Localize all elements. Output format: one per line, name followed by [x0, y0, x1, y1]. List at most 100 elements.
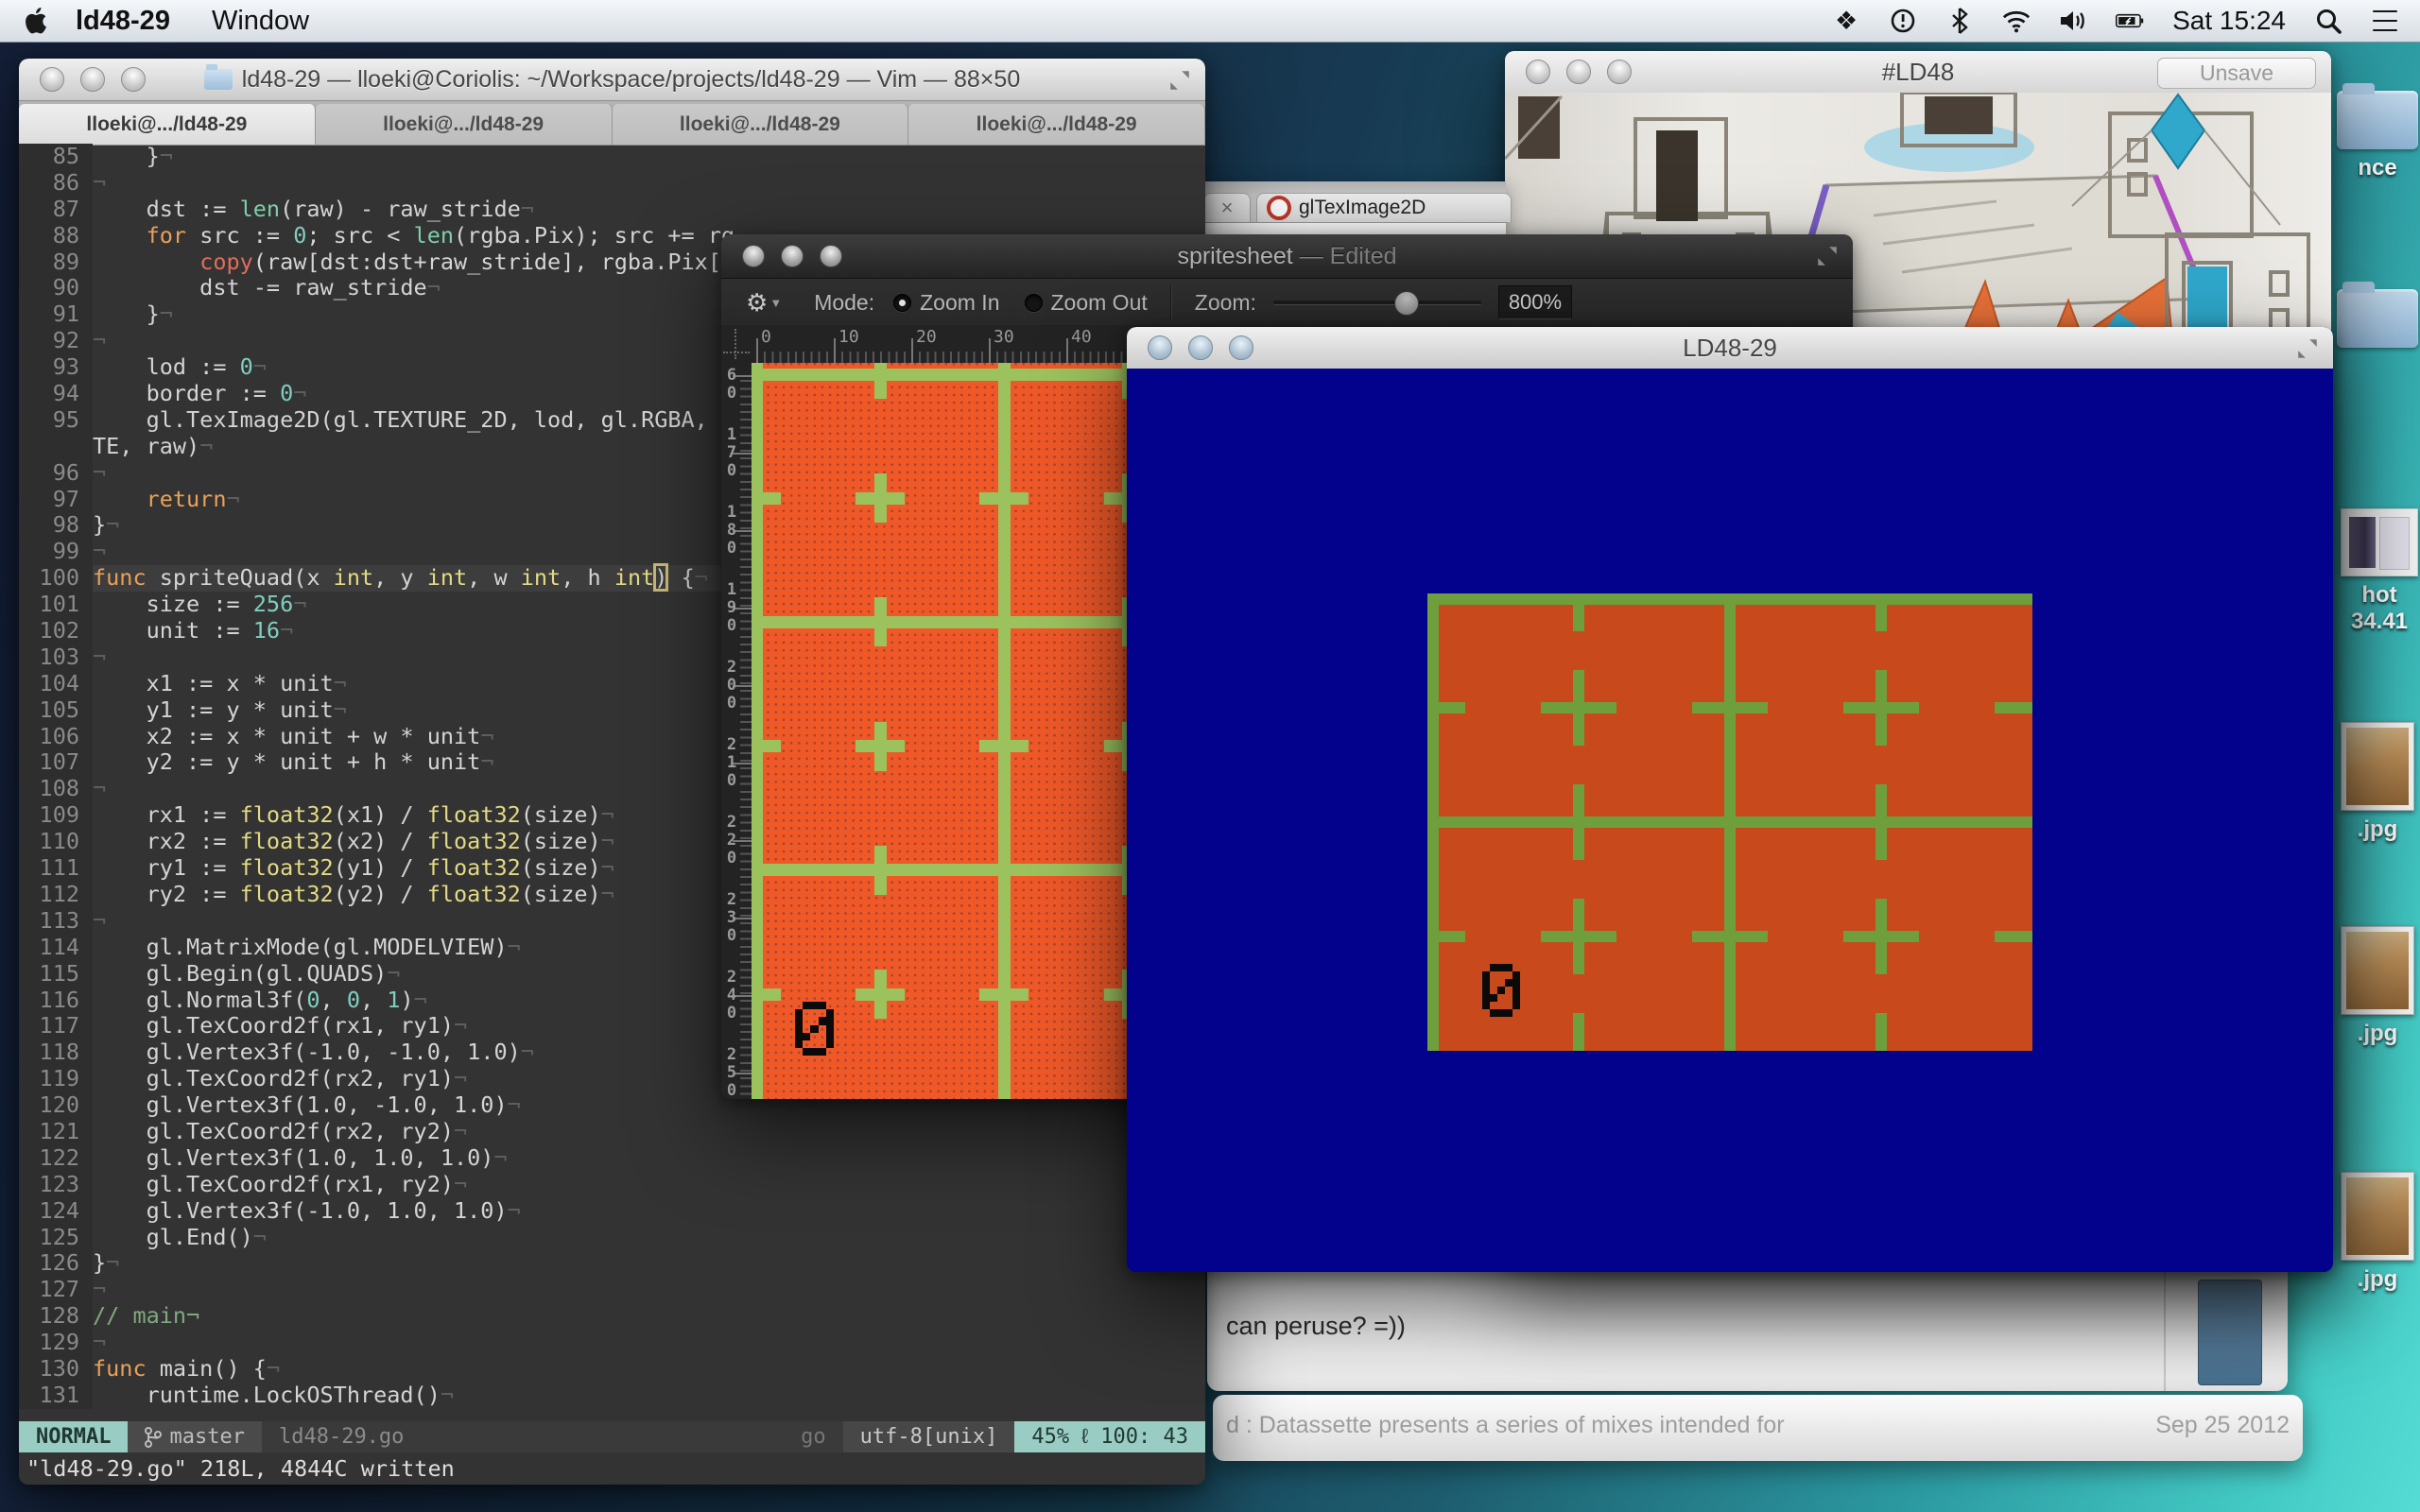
- sprite-texture-quad: [1427, 593, 2032, 1051]
- chat-panel[interactable]: can peruse? =)): [1207, 1266, 2288, 1391]
- game-gl-viewport[interactable]: [1127, 369, 2333, 1272]
- spritesheet-window-title: spritesheet — Edited: [721, 243, 1853, 270]
- slider-thumb[interactable]: [1394, 291, 1419, 316]
- fullscreen-icon[interactable]: [1815, 244, 1840, 268]
- photo-icon: [2341, 926, 2414, 1015]
- pixel-zero-glyph: [1482, 964, 1520, 1017]
- spritesheet-toolbar: ⚙▼ Mode: Zoom In Zoom Out Zoom: 800%: [721, 279, 1853, 327]
- terminal-tab-3[interactable]: lloeki@.../ld48-29: [613, 104, 909, 145]
- opengl-favicon-icon: [1267, 196, 1291, 220]
- spritesheet-titlebar[interactable]: spritesheet — Edited: [721, 234, 1853, 279]
- grid-tick: [874, 597, 887, 646]
- browser-window-sliver: × glTexImage2D: [1201, 181, 1506, 236]
- code-line: 131 runtime.LockOSThread()¬: [19, 1383, 1205, 1409]
- ruler-corner: [721, 325, 752, 364]
- texture-line-center: [1724, 593, 1736, 1051]
- terminal-tabbar: lloeki@.../ld48-29 lloeki@.../ld48-29 ll…: [19, 101, 1205, 146]
- git-branch-segment: master: [128, 1421, 261, 1452]
- folder-icon: [2337, 289, 2418, 348]
- desktop-icon-photo-3[interactable]: .jpg: [2341, 1172, 2414, 1293]
- terminal-tab-1[interactable]: lloeki@.../ld48-29: [19, 104, 316, 145]
- fullscreen-icon[interactable]: [2295, 336, 2320, 361]
- vim-command-line: "ld48-29.go" 218L, 4844C written: [19, 1452, 1205, 1485]
- radio-icon[interactable]: [1025, 294, 1043, 312]
- game-window-title: LD48-29: [1127, 334, 2333, 363]
- fullscreen-icon[interactable]: [1167, 68, 1192, 93]
- desktop-icon-folder-1[interactable]: nce: [2337, 91, 2418, 181]
- radio-selected-icon[interactable]: [893, 294, 911, 312]
- grid-cross: [752, 970, 763, 1019]
- vim-position-segment: 45% ℓ 100: 43: [1014, 1421, 1205, 1452]
- grid-tick: [874, 363, 887, 399]
- zoom-out-radio[interactable]: Zoom Out: [1025, 290, 1148, 316]
- notification-center-icon[interactable]: [2371, 7, 2399, 35]
- texture-edge-tick: [1427, 931, 1465, 942]
- unsave-button[interactable]: Unsave: [2157, 58, 2316, 89]
- ruler-major-tick: [834, 338, 836, 363]
- screenshot-icon: [2341, 508, 2418, 576]
- pixel-zero-glyph: [795, 1002, 834, 1056]
- menu-item-window[interactable]: Window: [212, 6, 309, 37]
- terminal-titlebar[interactable]: ld48-29 — lloeki@Coriolis: ~/Workspace/p…: [19, 59, 1205, 101]
- desktop-icon-screenshot[interactable]: hot 34.41: [2341, 508, 2418, 635]
- feed-panel[interactable]: d : Datassette presents a series of mixe…: [1213, 1395, 2303, 1461]
- menu-clock[interactable]: Sat 15:24: [2172, 6, 2286, 36]
- browser-tab-gltximage2d[interactable]: glTexImage2D: [1256, 193, 1512, 222]
- scroll-percent: 45%: [1031, 1425, 1069, 1449]
- vertical-ruler: 160170180190200210220230240250: [721, 363, 752, 1099]
- folder-icon: [204, 69, 233, 90]
- scrollbar[interactable]: [2164, 1266, 2166, 1391]
- zoom-in-radio[interactable]: Zoom In: [893, 290, 999, 316]
- zoom-slider[interactable]: [1273, 288, 1481, 317]
- wifi-icon[interactable]: [2002, 7, 2031, 35]
- icon-label-2: 34.41: [2351, 609, 2408, 635]
- dropbox-menu-icon[interactable]: ❖: [1832, 7, 1860, 35]
- texture-cross: [1876, 670, 1887, 746]
- browser-tab-close[interactable]: ×: [1203, 193, 1251, 222]
- volume-icon[interactable]: [2059, 7, 2087, 35]
- texture-edge-tick: [1427, 702, 1465, 713]
- icon-label: .jpg: [2358, 816, 2398, 843]
- grid-cross: [998, 473, 1011, 523]
- icon-label: .jpg: [2358, 1021, 2398, 1047]
- desktop-icon-photo-1[interactable]: .jpg: [2341, 722, 2414, 843]
- spotlight-search-icon[interactable]: [2314, 7, 2342, 35]
- terminal-tab-2[interactable]: lloeki@.../ld48-29: [316, 104, 613, 145]
- ruler-label: 40: [1071, 327, 1092, 347]
- texture-edge-tick: [1573, 593, 1584, 631]
- active-app-name[interactable]: ld48-29: [76, 6, 170, 37]
- desktop-icon-photo-2[interactable]: .jpg: [2341, 926, 2414, 1047]
- vim-filetype: go: [784, 1421, 843, 1452]
- ruler-label: 200: [724, 659, 739, 713]
- time-machine-icon[interactable]: [1889, 7, 1917, 35]
- zoom-value-field[interactable]: 800%: [1498, 285, 1572, 319]
- irc-titlebar[interactable]: #LD48 Unsave: [1505, 51, 2331, 94]
- code-line: 127¬: [19, 1277, 1205, 1303]
- git-branch-icon: [145, 1427, 162, 1448]
- game-titlebar[interactable]: LD48-29: [1127, 327, 2333, 369]
- ruler-label: 180: [724, 504, 739, 558]
- grid-cross: [874, 473, 887, 523]
- ruler-major-tick: [756, 338, 758, 363]
- chat-image-thumbnail[interactable]: [2198, 1280, 2262, 1385]
- close-tab-icon[interactable]: ×: [1221, 196, 1234, 220]
- zoom-label: Zoom:: [1195, 290, 1256, 316]
- apple-menu-icon[interactable]: [25, 8, 47, 34]
- code-line: 122 gl.Vertex3f(1.0, 1.0, 1.0)¬: [19, 1145, 1205, 1172]
- code-line: 121 gl.TexCoord2f(rx2, ry2)¬: [19, 1119, 1205, 1145]
- ruler-major-tick: [911, 338, 913, 363]
- terminal-window-title: ld48-29 — lloeki@Coriolis: ~/Workspace/p…: [242, 66, 1020, 94]
- code-line: 124 gl.Vertex3f(-1.0, 1.0, 1.0)¬: [19, 1198, 1205, 1225]
- grid-cross: [998, 970, 1011, 1019]
- folder-icon: [2337, 91, 2418, 149]
- icon-label: nce: [2358, 155, 2396, 181]
- desktop-icon-folder-2[interactable]: [2337, 289, 2418, 348]
- feed-date: Sep 25 2012: [2155, 1412, 2290, 1439]
- gear-icon[interactable]: ⚙: [746, 288, 768, 318]
- battery-icon[interactable]: [2116, 7, 2144, 35]
- texture-cross: [1573, 784, 1584, 860]
- menu-bar: ld48-29 Window ❖ Sat 15:24: [0, 0, 2420, 43]
- bluetooth-icon[interactable]: [1945, 7, 1974, 35]
- terminal-tab-4[interactable]: lloeki@.../ld48-29: [908, 104, 1205, 145]
- grid-cross: [752, 722, 763, 771]
